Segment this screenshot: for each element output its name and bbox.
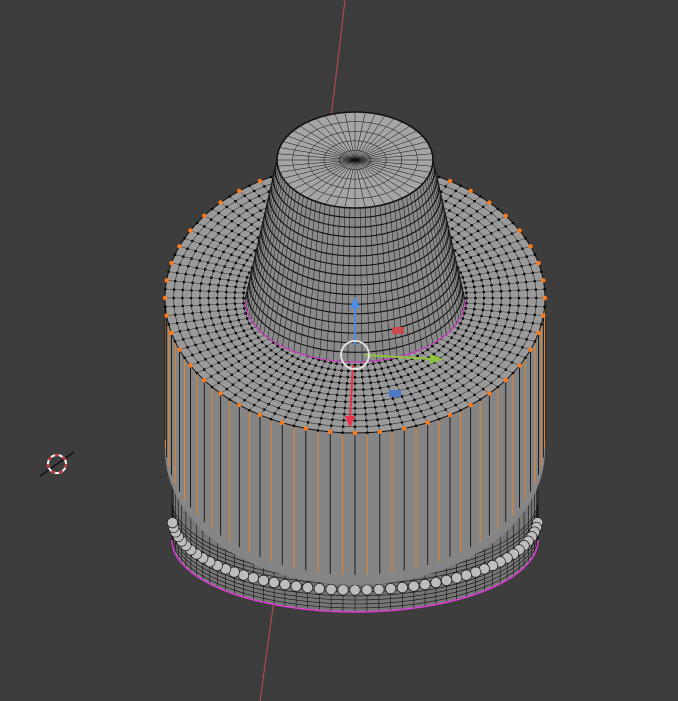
base-rim-vertex xyxy=(238,569,250,581)
top-rim-selected-vertex xyxy=(541,278,546,283)
3d-viewport[interactable] xyxy=(0,0,678,701)
top-vertex xyxy=(195,371,199,375)
base-rim-vertex xyxy=(247,572,259,584)
z-axis-line-bottom xyxy=(259,599,275,701)
top-rim-selected-vertex xyxy=(468,402,473,408)
top-rim-selected-vertex xyxy=(517,363,522,368)
mesh-object[interactable] xyxy=(162,111,548,613)
base-rim-vertex xyxy=(361,584,373,596)
top-rim-selected-vertex xyxy=(280,420,285,425)
base-rim-vertex xyxy=(373,583,385,595)
top-rim-selected-vertex xyxy=(425,420,430,425)
top-rim-selected-vertex xyxy=(202,377,207,383)
top-rim-selected-vertex xyxy=(503,377,508,383)
base-rim-vertex xyxy=(166,517,178,529)
top-rim-selected-vertex xyxy=(517,228,522,233)
top-rim-selected-vertex xyxy=(536,260,541,266)
top-rim-selected-vertex xyxy=(237,402,242,408)
top-rim-selected-vertex xyxy=(536,330,541,336)
base-rim-vertex xyxy=(302,582,314,594)
base-rim-vertex xyxy=(349,584,361,596)
top-rim-selected-vertex xyxy=(164,313,169,318)
base-rim-vertex xyxy=(268,577,280,589)
top-rim-selected-vertex xyxy=(528,244,533,249)
top-rim-selected-vertex xyxy=(542,295,548,301)
z-axis-line-top xyxy=(330,0,346,119)
top-rim-selected-vertex xyxy=(487,391,492,396)
top-rim-selected-vertex xyxy=(447,412,453,418)
3d-cursor-icon[interactable] xyxy=(39,451,75,477)
top-vertex xyxy=(210,385,214,389)
top-vertex xyxy=(496,385,500,389)
gizmo-plane-handle-red[interactable] xyxy=(392,327,404,334)
top-rim-selected-vertex xyxy=(218,391,223,396)
base-rim-vertex xyxy=(385,583,397,595)
top-rim-selected-vertex xyxy=(177,244,182,249)
top-rim-selected-vertex xyxy=(401,426,407,431)
top-rim-selected-vertex xyxy=(257,412,263,418)
top-rim-selected-vertex xyxy=(202,213,207,219)
top-rim-selected-vertex xyxy=(487,200,492,205)
base-rim-vertex xyxy=(430,577,442,589)
base-rim-vertex xyxy=(396,582,408,594)
top-rim-selected-vertex xyxy=(257,178,263,184)
top-rim-selected-vertex xyxy=(447,178,453,184)
top-rim-selected-vertex xyxy=(162,295,168,301)
base-rim-vertex xyxy=(337,584,349,596)
top-vertex xyxy=(173,340,177,343)
top-vertex xyxy=(511,371,515,375)
base-rim-vertex xyxy=(470,566,482,578)
base-rim-vertex xyxy=(325,583,337,595)
top-rim-selected-vertex xyxy=(328,429,333,435)
base-rim-vertex xyxy=(279,579,291,591)
top-rim-selected-vertex xyxy=(218,200,223,205)
top-rim-selected-vertex xyxy=(169,330,174,336)
base-rim-vertex xyxy=(451,572,463,584)
base-rim-vertex xyxy=(290,580,302,592)
top-rim-selected-vertex xyxy=(169,260,174,266)
base-rim-vertex xyxy=(313,583,325,595)
top-rim-selected-vertex xyxy=(164,278,169,283)
top-rim-selected-vertex xyxy=(503,213,508,219)
top-rim-selected-vertex xyxy=(528,347,533,352)
viewport-canvas[interactable] xyxy=(0,0,678,701)
top-rim-selected-vertex xyxy=(188,228,193,233)
gizmo-plane-handle-blue[interactable] xyxy=(389,390,401,397)
top-rim-selected-vertex xyxy=(352,430,358,436)
top-rim-selected-vertex xyxy=(468,188,473,194)
top-rim-selected-vertex xyxy=(377,429,382,435)
base-rim-vertex xyxy=(257,574,269,586)
top-rim-selected-vertex xyxy=(541,313,546,318)
base-rim-vertex xyxy=(440,574,452,586)
top-rim-selected-vertex xyxy=(177,347,182,352)
top-rim-selected-vertex xyxy=(303,426,309,431)
top-rim-selected-vertex xyxy=(237,188,242,194)
base-rim-vertex xyxy=(460,569,472,581)
base-rim-vertex xyxy=(419,579,431,591)
base-rim-vertex xyxy=(408,580,420,592)
top-vertex xyxy=(533,340,537,343)
top-rim-selected-vertex xyxy=(188,363,193,368)
top-vertex xyxy=(390,429,394,432)
